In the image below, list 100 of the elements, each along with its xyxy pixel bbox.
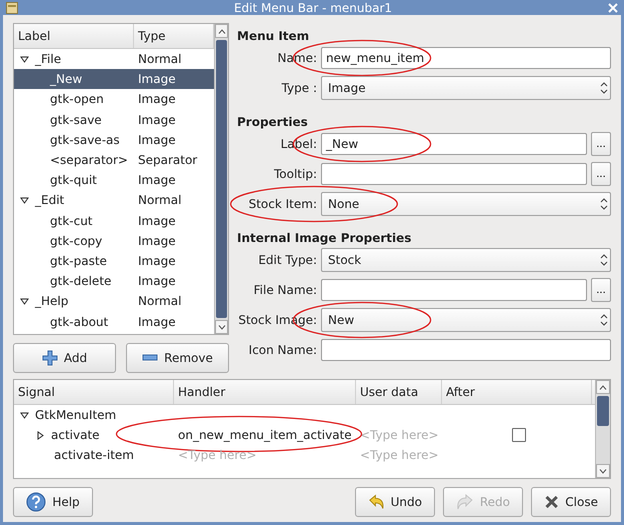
item-type: Image <box>138 274 176 288</box>
undo-arrow-icon <box>368 493 385 511</box>
column-header[interactable]: User data <box>356 380 442 404</box>
plus-icon <box>42 350 58 366</box>
item-label: gtk-copy <box>50 234 102 248</box>
item-type: Separator <box>138 153 198 168</box>
tree-row[interactable]: _Help Normal <box>14 291 214 312</box>
item-type: Image <box>138 132 176 147</box>
help-button[interactable]: Help <box>13 487 93 517</box>
text-field[interactable] <box>321 339 611 361</box>
text-field[interactable]: _New <box>321 133 587 155</box>
item-type: Image <box>138 72 176 86</box>
section-heading: Internal Image Properties <box>237 230 412 245</box>
item-label: gtk-paste <box>50 254 107 268</box>
up-down-chevron-icon <box>598 197 610 211</box>
item-type: Image <box>138 173 176 188</box>
section-heading: Menu Item <box>237 28 310 43</box>
signal-group: GtkMenuItem <box>35 408 116 422</box>
item-label: _New <box>50 72 82 86</box>
close-icon[interactable] <box>608 2 618 12</box>
dropdown[interactable]: Stock <box>321 248 611 272</box>
item-label: _File <box>35 52 62 66</box>
help-icon <box>26 492 46 512</box>
field-label: Edit Type: <box>257 253 317 267</box>
tree-row[interactable]: _New Image <box>14 69 214 90</box>
tree-row[interactable]: gtk-open Image <box>14 89 214 110</box>
item-type: Image <box>138 254 176 268</box>
column-header[interactable]: Handler <box>174 380 356 404</box>
field-label: File Name: <box>252 283 317 297</box>
tree-row[interactable]: gtk-quit Image <box>14 170 214 190</box>
up-down-chevron-icon <box>598 313 610 327</box>
item-label: gtk-delete <box>50 274 112 288</box>
item-label: gtk-open <box>50 92 104 106</box>
dropdown[interactable]: None <box>321 192 611 216</box>
tree-row[interactable]: _Edit Normal <box>14 190 214 210</box>
item-label: gtk-save <box>50 112 102 127</box>
tree-row[interactable]: gtk-delete Image <box>14 271 214 292</box>
close-icon <box>544 493 560 511</box>
item-label: gtk-about <box>50 314 108 329</box>
item-type: Image <box>138 234 176 248</box>
scroll-up-button[interactable] <box>215 24 228 38</box>
tree-row[interactable]: gtk-cut Image <box>14 210 214 231</box>
item-label: _Edit <box>35 193 64 208</box>
up-down-chevron-icon <box>598 253 610 267</box>
column-header[interactable]: After <box>442 380 592 404</box>
signal-name: activate <box>51 428 100 442</box>
text-field[interactable] <box>321 279 587 301</box>
minus-icon <box>142 354 158 362</box>
tree-row[interactable]: gtk-copy Image <box>14 230 214 251</box>
window-title: Edit Menu Bar - menubar1 <box>232 0 394 14</box>
chevron-up-icon <box>218 28 226 34</box>
tree-row[interactable]: gtk-paste Image <box>14 250 214 272</box>
app-icon <box>6 2 18 14</box>
ellipsis-button[interactable]: ... <box>591 162 611 186</box>
scroll-down-button[interactable] <box>596 464 610 478</box>
item-label: gtk-cut <box>50 214 93 228</box>
expander-icon[interactable] <box>20 296 29 306</box>
after-checkbox[interactable] <box>512 428 526 442</box>
text-field[interactable]: new_menu_item <box>321 47 611 69</box>
column-header[interactable]: Label <box>14 24 134 48</box>
scroll-down-button[interactable] <box>215 320 228 334</box>
field-label: Stock Item: <box>248 197 317 211</box>
item-type: Normal <box>138 294 182 308</box>
item-label: _Help <box>35 294 68 308</box>
section-heading: Properties <box>237 114 309 129</box>
add-button[interactable]: Add <box>13 343 116 373</box>
ellipsis-button[interactable]: ... <box>591 132 611 156</box>
tree-row[interactable]: gtk-save Image <box>14 110 214 130</box>
field-label: Tooltip: <box>272 167 317 181</box>
remove-button[interactable]: Remove <box>126 343 229 373</box>
tree-row[interactable]: gtk-save-as Image <box>14 130 214 150</box>
dropdown[interactable]: New <box>321 308 611 332</box>
redo-arrow-icon <box>456 493 474 511</box>
chevron-up-icon <box>599 384 607 390</box>
scrollbar[interactable] <box>595 380 610 478</box>
column-header[interactable]: Signal <box>14 380 174 404</box>
field-label: Type : <box>280 81 317 95</box>
expander-icon[interactable] <box>20 196 29 205</box>
text-field[interactable] <box>321 163 587 185</box>
chevron-down-icon <box>218 324 226 330</box>
close-button[interactable]: Close <box>531 487 611 517</box>
up-down-chevron-icon <box>598 81 610 95</box>
tree-row[interactable]: gtk-about Image <box>14 311 214 332</box>
tree-row[interactable]: _File Normal <box>14 49 214 70</box>
item-type: Image <box>138 92 176 106</box>
expander-icon[interactable] <box>20 54 29 64</box>
item-label: gtk-save-as <box>50 132 120 147</box>
scrollbar[interactable] <box>214 24 228 334</box>
dropdown[interactable]: Image <box>321 76 611 100</box>
ellipsis-button[interactable]: ... <box>591 278 611 302</box>
field-label: Icon Name: <box>248 343 317 357</box>
expander-icon[interactable] <box>36 430 45 440</box>
item-label: <separator> <box>50 153 128 168</box>
scroll-up-button[interactable] <box>596 380 610 394</box>
expander-icon[interactable] <box>20 410 29 420</box>
tree-row[interactable]: <separator> Separator <box>14 150 214 170</box>
undo-button[interactable]: Undo <box>355 487 435 517</box>
item-type: Normal <box>138 52 182 66</box>
item-type: Image <box>138 314 176 329</box>
item-type: Image <box>138 214 176 228</box>
